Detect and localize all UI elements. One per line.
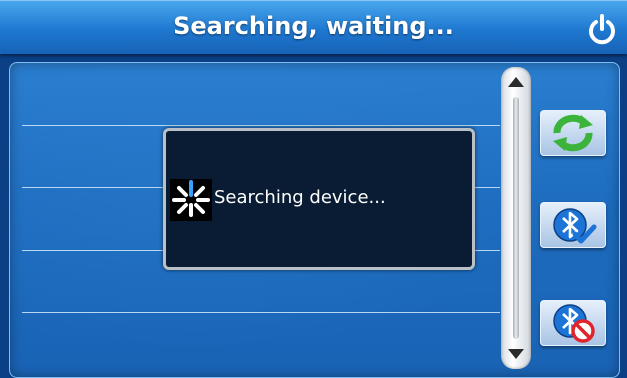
loading-spinner bbox=[170, 179, 212, 221]
bluetooth-cancel-icon bbox=[553, 304, 595, 343]
refresh-button[interactable] bbox=[540, 110, 606, 156]
loading-spinner-icon bbox=[172, 180, 210, 217]
bluetooth-disconnect-button[interactable] bbox=[540, 300, 606, 346]
list-row-divider bbox=[22, 312, 500, 313]
scroll-track[interactable] bbox=[513, 97, 519, 339]
list-row-divider bbox=[22, 125, 500, 126]
searching-dialog: Searching device... bbox=[163, 128, 475, 270]
page-title: Searching, waiting... bbox=[173, 12, 454, 40]
scroll-up-arrow[interactable] bbox=[508, 77, 524, 87]
power-button[interactable] bbox=[585, 12, 619, 46]
bluetooth-connect-button[interactable] bbox=[540, 202, 606, 248]
list-scrollbar[interactable] bbox=[501, 67, 531, 369]
bluetooth-check-icon bbox=[553, 208, 597, 244]
scroll-down-arrow[interactable] bbox=[508, 349, 524, 359]
searching-message: Searching device... bbox=[214, 187, 386, 208]
header-bar: Searching, waiting... bbox=[0, 0, 627, 54]
power-icon bbox=[589, 14, 615, 45]
refresh-icon bbox=[553, 114, 593, 152]
